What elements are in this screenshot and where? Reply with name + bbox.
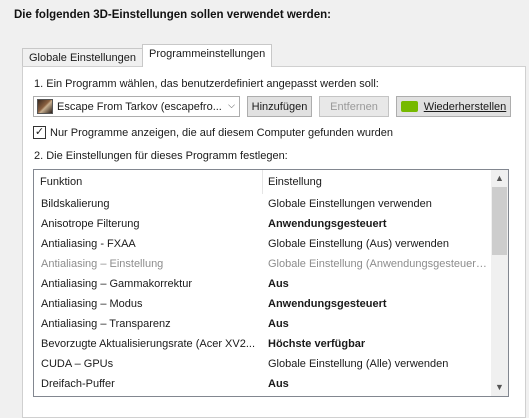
settings-row[interactable]: Dreifach-Puffer Aus [34, 374, 492, 394]
settings-row[interactable]: Antialiasing - FXAA Globale Einstellung … [34, 234, 492, 254]
list-header: Funktion Einstellung [34, 170, 492, 194]
settings-row[interactable]: Antialiasing – Einstellung Globale Einst… [34, 254, 492, 274]
program-icon [37, 99, 53, 114]
only-found-programs-checkbox[interactable]: ✓ [33, 126, 46, 139]
row-value: Aus [268, 278, 289, 290]
row-value: Aus [268, 318, 289, 330]
chevron-down-icon[interactable]: ▼ [491, 379, 508, 396]
row-value: Höchste verfügbar [268, 338, 366, 350]
program-select-value: Escape From Tarkov (escapefro... [57, 100, 222, 113]
column-divider[interactable] [262, 170, 263, 194]
settings-row[interactable]: Antialiasing – Gammakorrektur Aus [34, 274, 492, 294]
scrollbar-thumb[interactable] [492, 187, 507, 255]
row-feature: Antialiasing - FXAA [41, 238, 136, 250]
step1-label: 1. Ein Programm wählen, das benutzerdefi… [34, 78, 379, 90]
row-value: Anwendungsgesteuert [268, 218, 387, 230]
nvidia-icon [400, 101, 418, 112]
row-feature: Antialiasing – Einstellung [41, 258, 164, 270]
row-value: Aus [268, 378, 289, 390]
settings-row[interactable]: Antialiasing – Modus Anwendungsgesteuert [34, 294, 492, 314]
row-feature: Antialiasing – Gammakorrektur [41, 278, 193, 290]
row-feature: Antialiasing – Transparenz [41, 318, 171, 330]
column-header-feature[interactable]: Funktion [40, 176, 82, 188]
settings-row[interactable]: Anisotrope Filterung Anwendungsgesteuert [34, 214, 492, 234]
program-select[interactable]: Escape From Tarkov (escapefro... ⌵ [33, 96, 240, 117]
row-value: Anwendungsgesteuert [268, 298, 387, 310]
tab-program-settings[interactable]: Programmeinstellungen [142, 44, 273, 67]
row-feature: CUDA – GPUs [41, 358, 114, 370]
settings-list[interactable]: Funktion Einstellung Bildskalierung Glob… [33, 169, 509, 397]
remove-button[interactable]: Entfernen [319, 96, 389, 117]
row-feature: Dreifach-Puffer [41, 378, 115, 390]
row-feature: Bildskalierung [41, 198, 110, 210]
settings-row[interactable]: CUDA – GPUs Globale Einstellung (Alle) v… [34, 354, 492, 374]
restore-label: Wiederherstellen [423, 100, 507, 113]
tab-global-settings[interactable]: Globale Einstellungen [22, 48, 143, 67]
chevron-up-icon[interactable]: ▲ [491, 170, 508, 187]
chevron-down-icon: ⌵ [228, 100, 235, 110]
row-value: Globale Einstellung (Alle) verwenden [268, 358, 449, 370]
tab-strip: Globale Einstellungen Programmeinstellun… [22, 44, 273, 67]
column-header-setting[interactable]: Einstellung [268, 176, 322, 188]
only-found-programs-label: Nur Programme anzeigen, die auf diesem C… [50, 126, 394, 139]
only-found-programs-option[interactable]: ✓ Nur Programme anzeigen, die auf diesem… [33, 126, 393, 139]
settings-row[interactable]: Bevorzugte Aktualisierungsrate (Acer XV2… [34, 334, 492, 354]
restore-button[interactable]: Wiederherstellen [396, 96, 511, 117]
section-title: Die folgenden 3D-Einstellungen sollen ve… [14, 9, 331, 21]
checkmark-icon: ✓ [34, 126, 45, 138]
settings-row[interactable]: Antialiasing – Transparenz Aus [34, 314, 492, 334]
add-button[interactable]: Hinzufügen [247, 96, 312, 117]
settings-row[interactable]: Bildskalierung Globale Einstellungen ver… [34, 194, 492, 214]
row-value: Globale Einstellung (Anwendungsgesteuer… [268, 258, 487, 270]
row-feature: Anisotrope Filterung [41, 218, 140, 230]
row-feature: Bevorzugte Aktualisierungsrate (Acer XV2… [41, 338, 255, 350]
row-value: Globale Einstellung (Aus) verwenden [268, 238, 449, 250]
row-value: Globale Einstellungen verwenden [268, 198, 432, 210]
step2-label: 2. Die Einstellungen für dieses Programm… [34, 150, 288, 162]
row-feature: Antialiasing – Modus [41, 298, 143, 310]
vertical-scrollbar[interactable]: ▲ ▼ [491, 170, 508, 396]
